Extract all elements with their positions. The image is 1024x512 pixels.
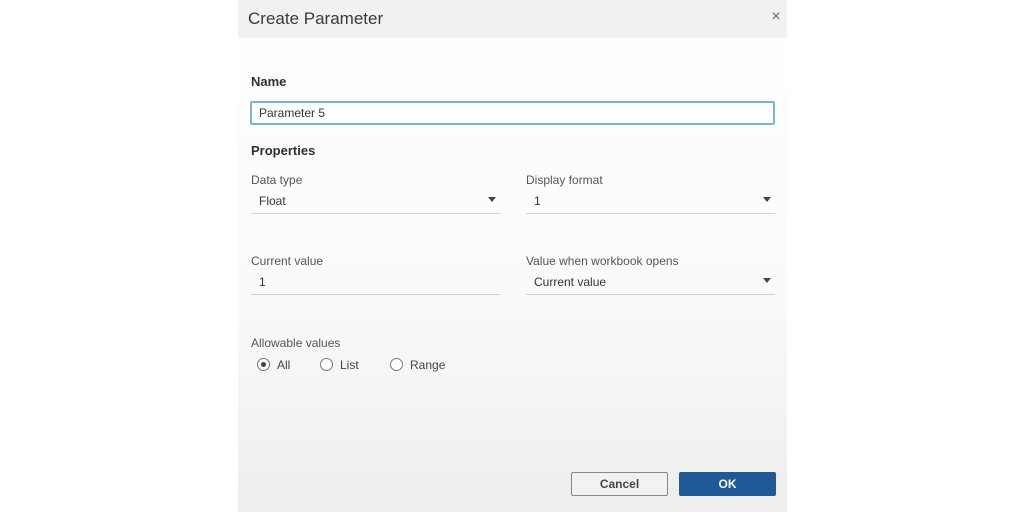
radio-range-label: Range [410, 358, 446, 372]
radio-list-label: List [340, 358, 359, 372]
ok-button[interactable]: OK [679, 472, 776, 496]
radio-all-label: All [277, 358, 291, 372]
display-format-dropdown[interactable]: 1 [526, 192, 775, 214]
radio-selected-icon [257, 358, 270, 371]
dialog-title: Create Parameter [248, 9, 384, 28]
close-icon[interactable]: × [767, 8, 785, 26]
chevron-down-icon [488, 197, 496, 202]
current-value-label: Current value [251, 254, 324, 268]
display-format-label: Display format [526, 173, 603, 187]
current-value-input[interactable]: 1 [251, 273, 500, 295]
chevron-down-icon [763, 197, 771, 202]
value-when-opens-label: Value when workbook opens [526, 254, 679, 268]
name-input[interactable] [250, 101, 775, 125]
chevron-down-icon [763, 278, 771, 283]
name-label: Name [251, 74, 287, 89]
dialog-titlebar: Create Parameter × [238, 0, 787, 38]
data-type-label: Data type [251, 173, 303, 187]
allowable-values-label: Allowable values [251, 336, 341, 350]
radio-unselected-icon [390, 358, 403, 371]
data-type-dropdown[interactable]: Float [251, 192, 500, 214]
display-format-value: 1 [534, 194, 541, 208]
value-when-opens-value: Current value [534, 275, 607, 289]
current-value-text: 1 [259, 275, 266, 289]
data-type-value: Float [259, 194, 286, 208]
radio-unselected-icon [320, 358, 333, 371]
cancel-button[interactable]: Cancel [571, 472, 668, 496]
value-when-opens-dropdown[interactable]: Current value [526, 273, 775, 295]
create-parameter-dialog: Create Parameter × Name Properties Data … [238, 0, 787, 512]
properties-label: Properties [251, 143, 316, 158]
